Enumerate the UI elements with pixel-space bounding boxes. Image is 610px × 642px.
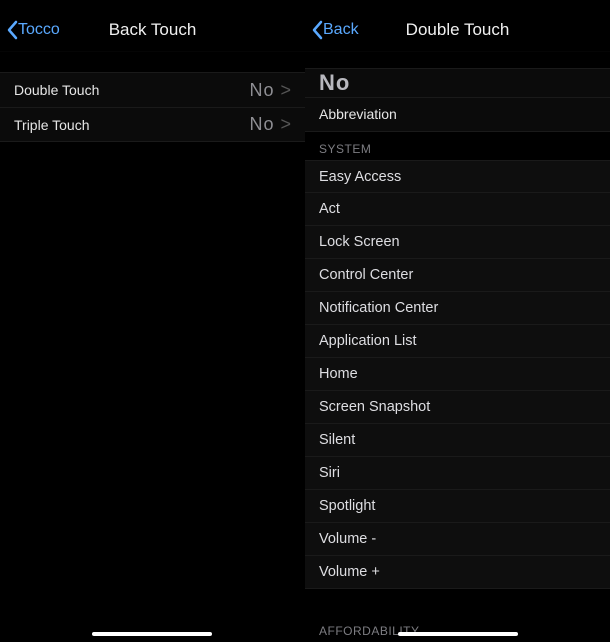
chevron-right-icon: >	[280, 80, 291, 101]
item-label: Act	[319, 201, 340, 217]
right-nav-bar: Back Double Touch	[305, 8, 610, 52]
system-item-act[interactable]: Act	[305, 193, 610, 226]
system-item-silent[interactable]: Silent	[305, 424, 610, 457]
row-value: No	[249, 114, 274, 135]
system-item-application-list[interactable]: Application List	[305, 325, 610, 358]
system-item-home[interactable]: Home	[305, 358, 610, 391]
row-abbreviation[interactable]: Abbreviation	[305, 98, 610, 132]
right-rows: Abbreviation	[305, 98, 610, 132]
row-value: No	[249, 80, 274, 101]
section-system: SYSTEM	[305, 132, 610, 160]
system-item-control-center[interactable]: Control Center	[305, 259, 610, 292]
system-item-screen-snapshot[interactable]: Screen Snapshot	[305, 391, 610, 424]
system-item-lock-screen[interactable]: Lock Screen	[305, 226, 610, 259]
system-item-easy-access[interactable]: Easy Access	[305, 160, 610, 193]
item-label: Easy Access	[319, 169, 401, 185]
item-label: Control Center	[319, 267, 413, 283]
system-item-spotlight[interactable]: Spotlight	[305, 490, 610, 523]
item-label: Home	[319, 366, 358, 382]
system-item-volume-[interactable]: Volume +	[305, 556, 610, 589]
item-label: Lock Screen	[319, 234, 400, 250]
system-item-notification-center[interactable]: Notification Center	[305, 292, 610, 325]
back-button-right[interactable]: Back	[305, 20, 359, 40]
back-label-left: Tocco	[18, 21, 60, 39]
system-item-volume-[interactable]: Volume -	[305, 523, 610, 556]
item-label: Screen Snapshot	[319, 399, 430, 415]
section-affordability: AFFORDABILITY	[305, 614, 610, 642]
row-label: Abbreviation	[319, 106, 596, 122]
row-double-touch[interactable]: Double TouchNo >	[0, 72, 305, 108]
row-triple-touch[interactable]: Triple TouchNo >	[0, 108, 305, 142]
item-label: Notification Center	[319, 300, 438, 316]
system-list: Easy Access Act Lock Screen Control Center N…	[305, 160, 610, 589]
item-label: Siri	[319, 465, 340, 481]
row-label: Triple Touch	[14, 117, 249, 133]
system-item-siri[interactable]: Siri	[305, 457, 610, 490]
item-label: Spotlight	[319, 498, 375, 514]
back-label-right: Back	[323, 21, 359, 39]
selected-value: No	[319, 70, 350, 96]
chevron-right-icon: >	[280, 114, 291, 135]
chevron-left-icon	[6, 20, 18, 40]
left-rows: Double TouchNo > Triple TouchNo >	[0, 72, 305, 142]
back-button-left[interactable]: Tocco	[0, 20, 60, 40]
selected-value-row[interactable]: No	[305, 68, 610, 98]
item-label: Volume +	[319, 564, 380, 580]
item-label: Application List	[319, 333, 417, 349]
item-label: Volume -	[319, 531, 376, 547]
left-nav-bar: Tocco Back Touch	[0, 8, 305, 52]
row-label: Double Touch	[14, 82, 249, 98]
home-indicator[interactable]	[398, 632, 518, 636]
item-label: Silent	[319, 432, 355, 448]
chevron-left-icon	[311, 20, 323, 40]
home-indicator[interactable]	[92, 632, 212, 636]
